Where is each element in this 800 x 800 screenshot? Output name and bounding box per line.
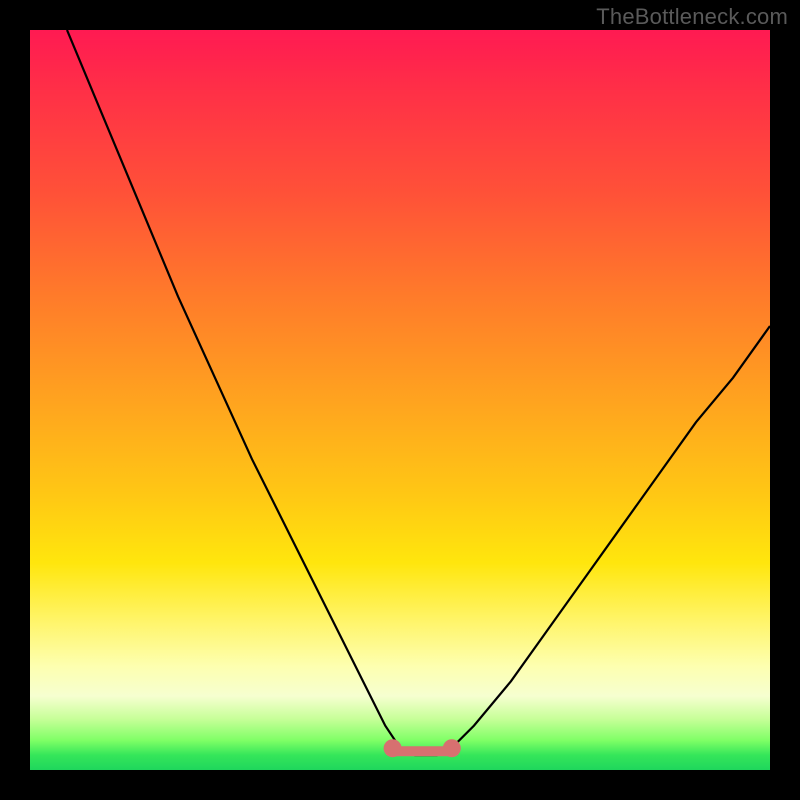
valley-marker-dot-right [443,739,461,757]
chart-plot-area [30,30,770,770]
chart-frame: TheBottleneck.com [0,0,800,800]
valley-marker-dot-left [384,739,402,757]
chart-svg [30,30,770,770]
bottleneck-curve [67,30,770,755]
watermark-text: TheBottleneck.com [596,4,788,30]
